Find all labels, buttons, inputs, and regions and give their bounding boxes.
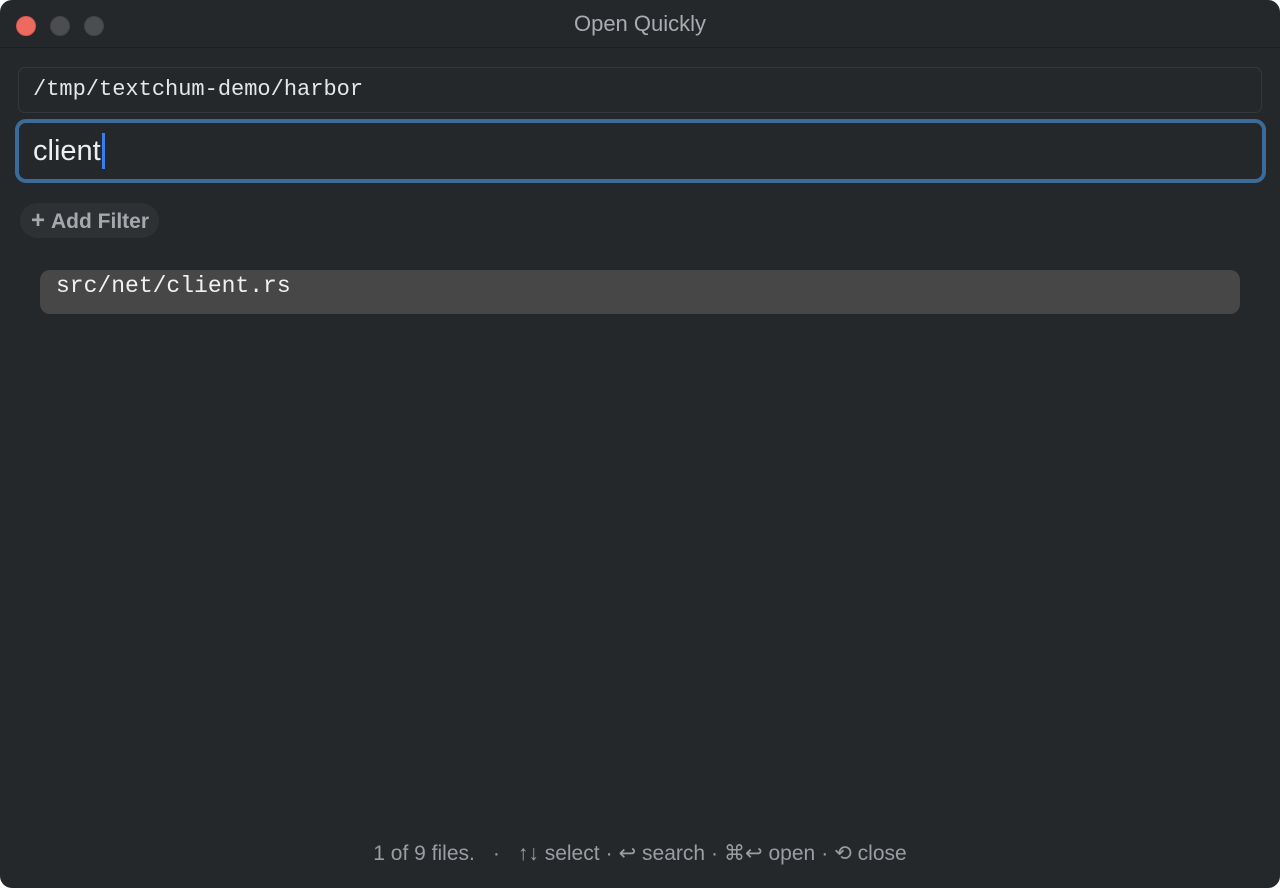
text-caret — [101, 133, 105, 169]
title-bar: Open Quickly — [0, 0, 1280, 48]
search-hint: search — [642, 842, 706, 865]
close-circle-arrow-icon: ⟲ — [834, 842, 852, 865]
status-bar: 1 of 9 files. · ↑↓ select · ↩ search · ⌘↩ open… — [0, 836, 1280, 872]
open-quickly-window: Open Quickly /tmp/textchum-demo/harbor c… — [0, 0, 1280, 888]
separator-dot: · — [711, 842, 719, 865]
close-hint: close — [857, 842, 907, 865]
return-key-icon: ↩ — [618, 842, 637, 865]
select-hint: select — [544, 842, 600, 865]
add-filter-button[interactable]: + Add Filter — [20, 203, 160, 238]
file-count: 1 of 9 files. — [373, 842, 475, 865]
open-hint: open — [768, 842, 816, 865]
results-list: src/net/client.rs — [40, 270, 1240, 314]
result-path: src/net/client.rs — [56, 273, 291, 299]
command-return-icon: ⌘↩ — [724, 842, 763, 865]
separator-dot: · — [605, 842, 613, 865]
plus-icon: + — [31, 207, 46, 234]
arrow-keys-icon: ↑↓ — [517, 842, 539, 865]
window-title: Open Quickly — [573, 11, 707, 36]
search-input-text: client — [33, 135, 101, 167]
separator-dot: · — [492, 842, 500, 865]
result-row-selected[interactable]: src/net/client.rs — [40, 270, 1240, 314]
add-filter-label: Add Filter — [51, 210, 150, 233]
separator-dot: · — [821, 842, 829, 865]
directory-path-field[interactable]: /tmp/textchum-demo/harbor — [18, 67, 1262, 113]
search-input[interactable]: client — [15, 119, 1266, 183]
